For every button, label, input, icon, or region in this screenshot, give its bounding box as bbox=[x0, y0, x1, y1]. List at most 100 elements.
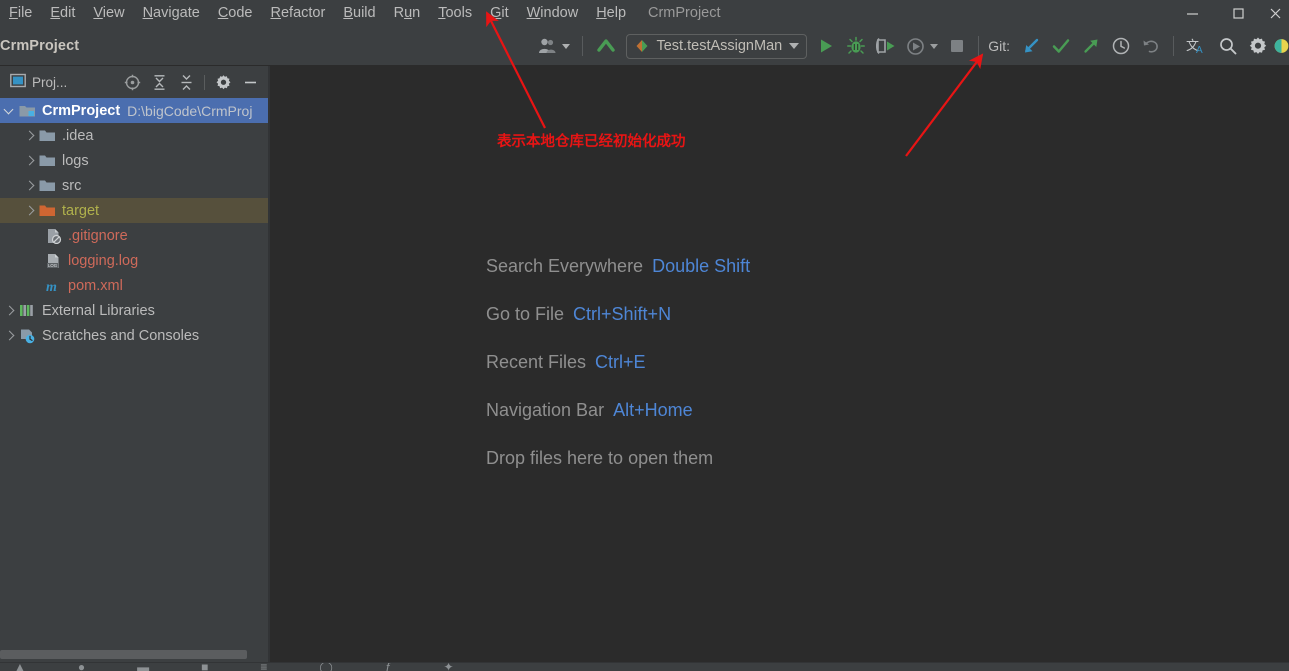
maximize-button[interactable] bbox=[1215, 0, 1261, 27]
account-avatar-icon[interactable] bbox=[1273, 27, 1289, 65]
gitignore-file-icon bbox=[44, 227, 62, 245]
git-update-project-icon[interactable] bbox=[1016, 27, 1046, 65]
shortcut-row: Recent Files Ctrl+E bbox=[486, 338, 750, 386]
tree-label: logging.log bbox=[68, 252, 139, 269]
menu-item-tools[interactable]: Tools bbox=[429, 0, 481, 27]
tree-row-target[interactable]: target bbox=[0, 198, 268, 223]
expand-all-icon[interactable] bbox=[147, 70, 171, 94]
tree-row-src[interactable]: src bbox=[0, 173, 268, 198]
collapse-all-icon[interactable] bbox=[174, 70, 198, 94]
scratches-icon bbox=[18, 327, 36, 345]
close-button[interactable] bbox=[1261, 0, 1289, 27]
status-icon-favorites[interactable]: ▬ bbox=[137, 663, 149, 671]
panel-divider bbox=[204, 74, 205, 90]
menu-item-file[interactable]: File bbox=[0, 0, 41, 27]
maven-file-icon: m bbox=[44, 277, 62, 295]
status-icon-structure[interactable]: ● bbox=[78, 663, 85, 671]
tree-row-external-libraries[interactable]: External Libraries bbox=[0, 298, 268, 323]
settings-gear-icon[interactable] bbox=[211, 70, 235, 94]
git-history-icon[interactable] bbox=[1106, 27, 1136, 65]
shortcut-name: Recent Files bbox=[486, 351, 587, 372]
chevron-right-icon[interactable] bbox=[22, 154, 35, 167]
tree-row-idea[interactable]: .idea bbox=[0, 123, 268, 148]
tree-row-scratches-and-consoles[interactable]: Scratches and Consoles bbox=[0, 323, 268, 348]
status-icon-git[interactable]: ƒ bbox=[385, 663, 392, 671]
shortcut-name: Search Everywhere bbox=[486, 255, 644, 276]
git-push-icon[interactable] bbox=[1076, 27, 1106, 65]
editor-empty-state: Search Everywhere Double Shift Go to Fil… bbox=[270, 66, 1289, 671]
menu-item-navigate[interactable]: Navigate bbox=[134, 0, 209, 27]
chevron-right-icon[interactable] bbox=[22, 129, 35, 142]
project-view-icon bbox=[10, 73, 26, 91]
svg-text:A: A bbox=[1196, 45, 1203, 56]
translate-icon[interactable]: 文 A bbox=[1181, 27, 1213, 65]
menu-item-run[interactable]: Run bbox=[385, 0, 430, 27]
profile-button[interactable] bbox=[901, 27, 943, 65]
status-icon-todo[interactable]: ✦ bbox=[444, 663, 454, 671]
tree-detail: D:\bigCode\CrmProj bbox=[127, 102, 253, 119]
shortcut-row: Search Everywhere Double Shift bbox=[486, 242, 750, 290]
tree-row-logging-log[interactable]: LOG logging.log bbox=[0, 248, 268, 273]
status-icon-project[interactable]: ▲ bbox=[14, 663, 26, 671]
run-configuration-name: Test.testAssignMan bbox=[656, 38, 783, 54]
tree-row-gitignore[interactable]: .gitignore bbox=[0, 223, 268, 248]
project-horizontal-scrollbar[interactable] bbox=[0, 650, 247, 659]
shortcut-row: Go to File Ctrl+Shift+N bbox=[486, 290, 750, 338]
ide-window: File Edit View Navigate Code Refactor Bu… bbox=[0, 0, 1289, 671]
project-tree[interactable]: CrmProject D:\bigCode\CrmProj .idea logs bbox=[0, 98, 268, 671]
git-rollback-icon[interactable] bbox=[1136, 27, 1166, 65]
stop-button[interactable] bbox=[943, 27, 971, 65]
toolbar-actions: Test.testAssignMan Git: 文 A bbox=[533, 27, 1289, 65]
tree-label: .gitignore bbox=[68, 227, 128, 244]
status-icon-run[interactable]: ◯ bbox=[319, 663, 332, 671]
window-title: CrmProject bbox=[648, 5, 721, 21]
minimize-button[interactable] bbox=[1169, 0, 1215, 27]
menu-item-refactor[interactable]: Refactor bbox=[262, 0, 335, 27]
log-file-icon: LOG bbox=[44, 252, 62, 270]
toolbar-divider bbox=[978, 36, 980, 56]
chevron-down-icon[interactable] bbox=[2, 104, 15, 117]
annotation-note: 表示本地仓库已经初始化成功 bbox=[497, 134, 686, 150]
project-tab-label: Proj... bbox=[32, 74, 68, 90]
run-with-coverage-button[interactable] bbox=[871, 27, 901, 65]
locate-icon[interactable] bbox=[120, 70, 144, 94]
menu-item-git[interactable]: Git bbox=[481, 0, 518, 27]
settings-gear-icon[interactable] bbox=[1243, 27, 1273, 65]
menu-item-window[interactable]: Window bbox=[518, 0, 588, 27]
module-icon bbox=[18, 102, 36, 120]
chevron-right-icon[interactable] bbox=[22, 179, 35, 192]
tree-label: pom.xml bbox=[68, 277, 123, 294]
project-tab[interactable]: Proj... bbox=[0, 73, 67, 91]
status-icon-terminal[interactable]: ≡ bbox=[260, 663, 267, 671]
tree-row-crmproject[interactable]: CrmProject D:\bigCode\CrmProj bbox=[0, 98, 268, 123]
menu-item-code[interactable]: Code bbox=[209, 0, 262, 27]
shortcut-name: Navigation Bar bbox=[486, 399, 605, 420]
tree-label: External Libraries bbox=[42, 302, 155, 319]
tree-row-logs[interactable]: logs bbox=[0, 148, 268, 173]
chevron-right-icon[interactable] bbox=[2, 304, 15, 317]
run-configuration-selector[interactable]: Test.testAssignMan bbox=[626, 33, 808, 59]
hide-panel-icon[interactable] bbox=[238, 70, 262, 94]
user-avatar-icon[interactable] bbox=[533, 27, 575, 65]
status-icon-build[interactable]: ■ bbox=[201, 663, 208, 671]
shortcut-hints: Search Everywhere Double Shift Go to Fil… bbox=[486, 242, 750, 482]
menu-item-edit[interactable]: Edit bbox=[41, 0, 84, 27]
chevron-right-icon[interactable] bbox=[22, 204, 35, 217]
shortcut-row: Navigation Bar Alt+Home bbox=[486, 386, 750, 434]
status-bar: ▲ ● ▬ ■ ≡ ◯ ƒ ✦ bbox=[0, 662, 1289, 671]
menu-item-build[interactable]: Build bbox=[334, 0, 384, 27]
svg-text:LOG: LOG bbox=[48, 263, 58, 268]
search-everywhere-icon[interactable] bbox=[1213, 27, 1243, 65]
shortcut-key: Ctrl+E bbox=[595, 351, 646, 372]
run-button[interactable] bbox=[811, 27, 841, 65]
git-commit-icon[interactable] bbox=[1046, 27, 1076, 65]
menu-item-view[interactable]: View bbox=[84, 0, 133, 27]
tree-label: logs bbox=[62, 152, 89, 169]
debug-button[interactable] bbox=[841, 27, 871, 65]
tree-row-pom-xml[interactable]: m pom.xml bbox=[0, 273, 268, 298]
update-project-icon[interactable] bbox=[590, 27, 622, 65]
run-config-kind-icon bbox=[636, 40, 648, 52]
chevron-right-icon[interactable] bbox=[2, 329, 15, 342]
svg-text:m: m bbox=[46, 280, 57, 294]
menu-item-help[interactable]: Help bbox=[587, 0, 635, 27]
